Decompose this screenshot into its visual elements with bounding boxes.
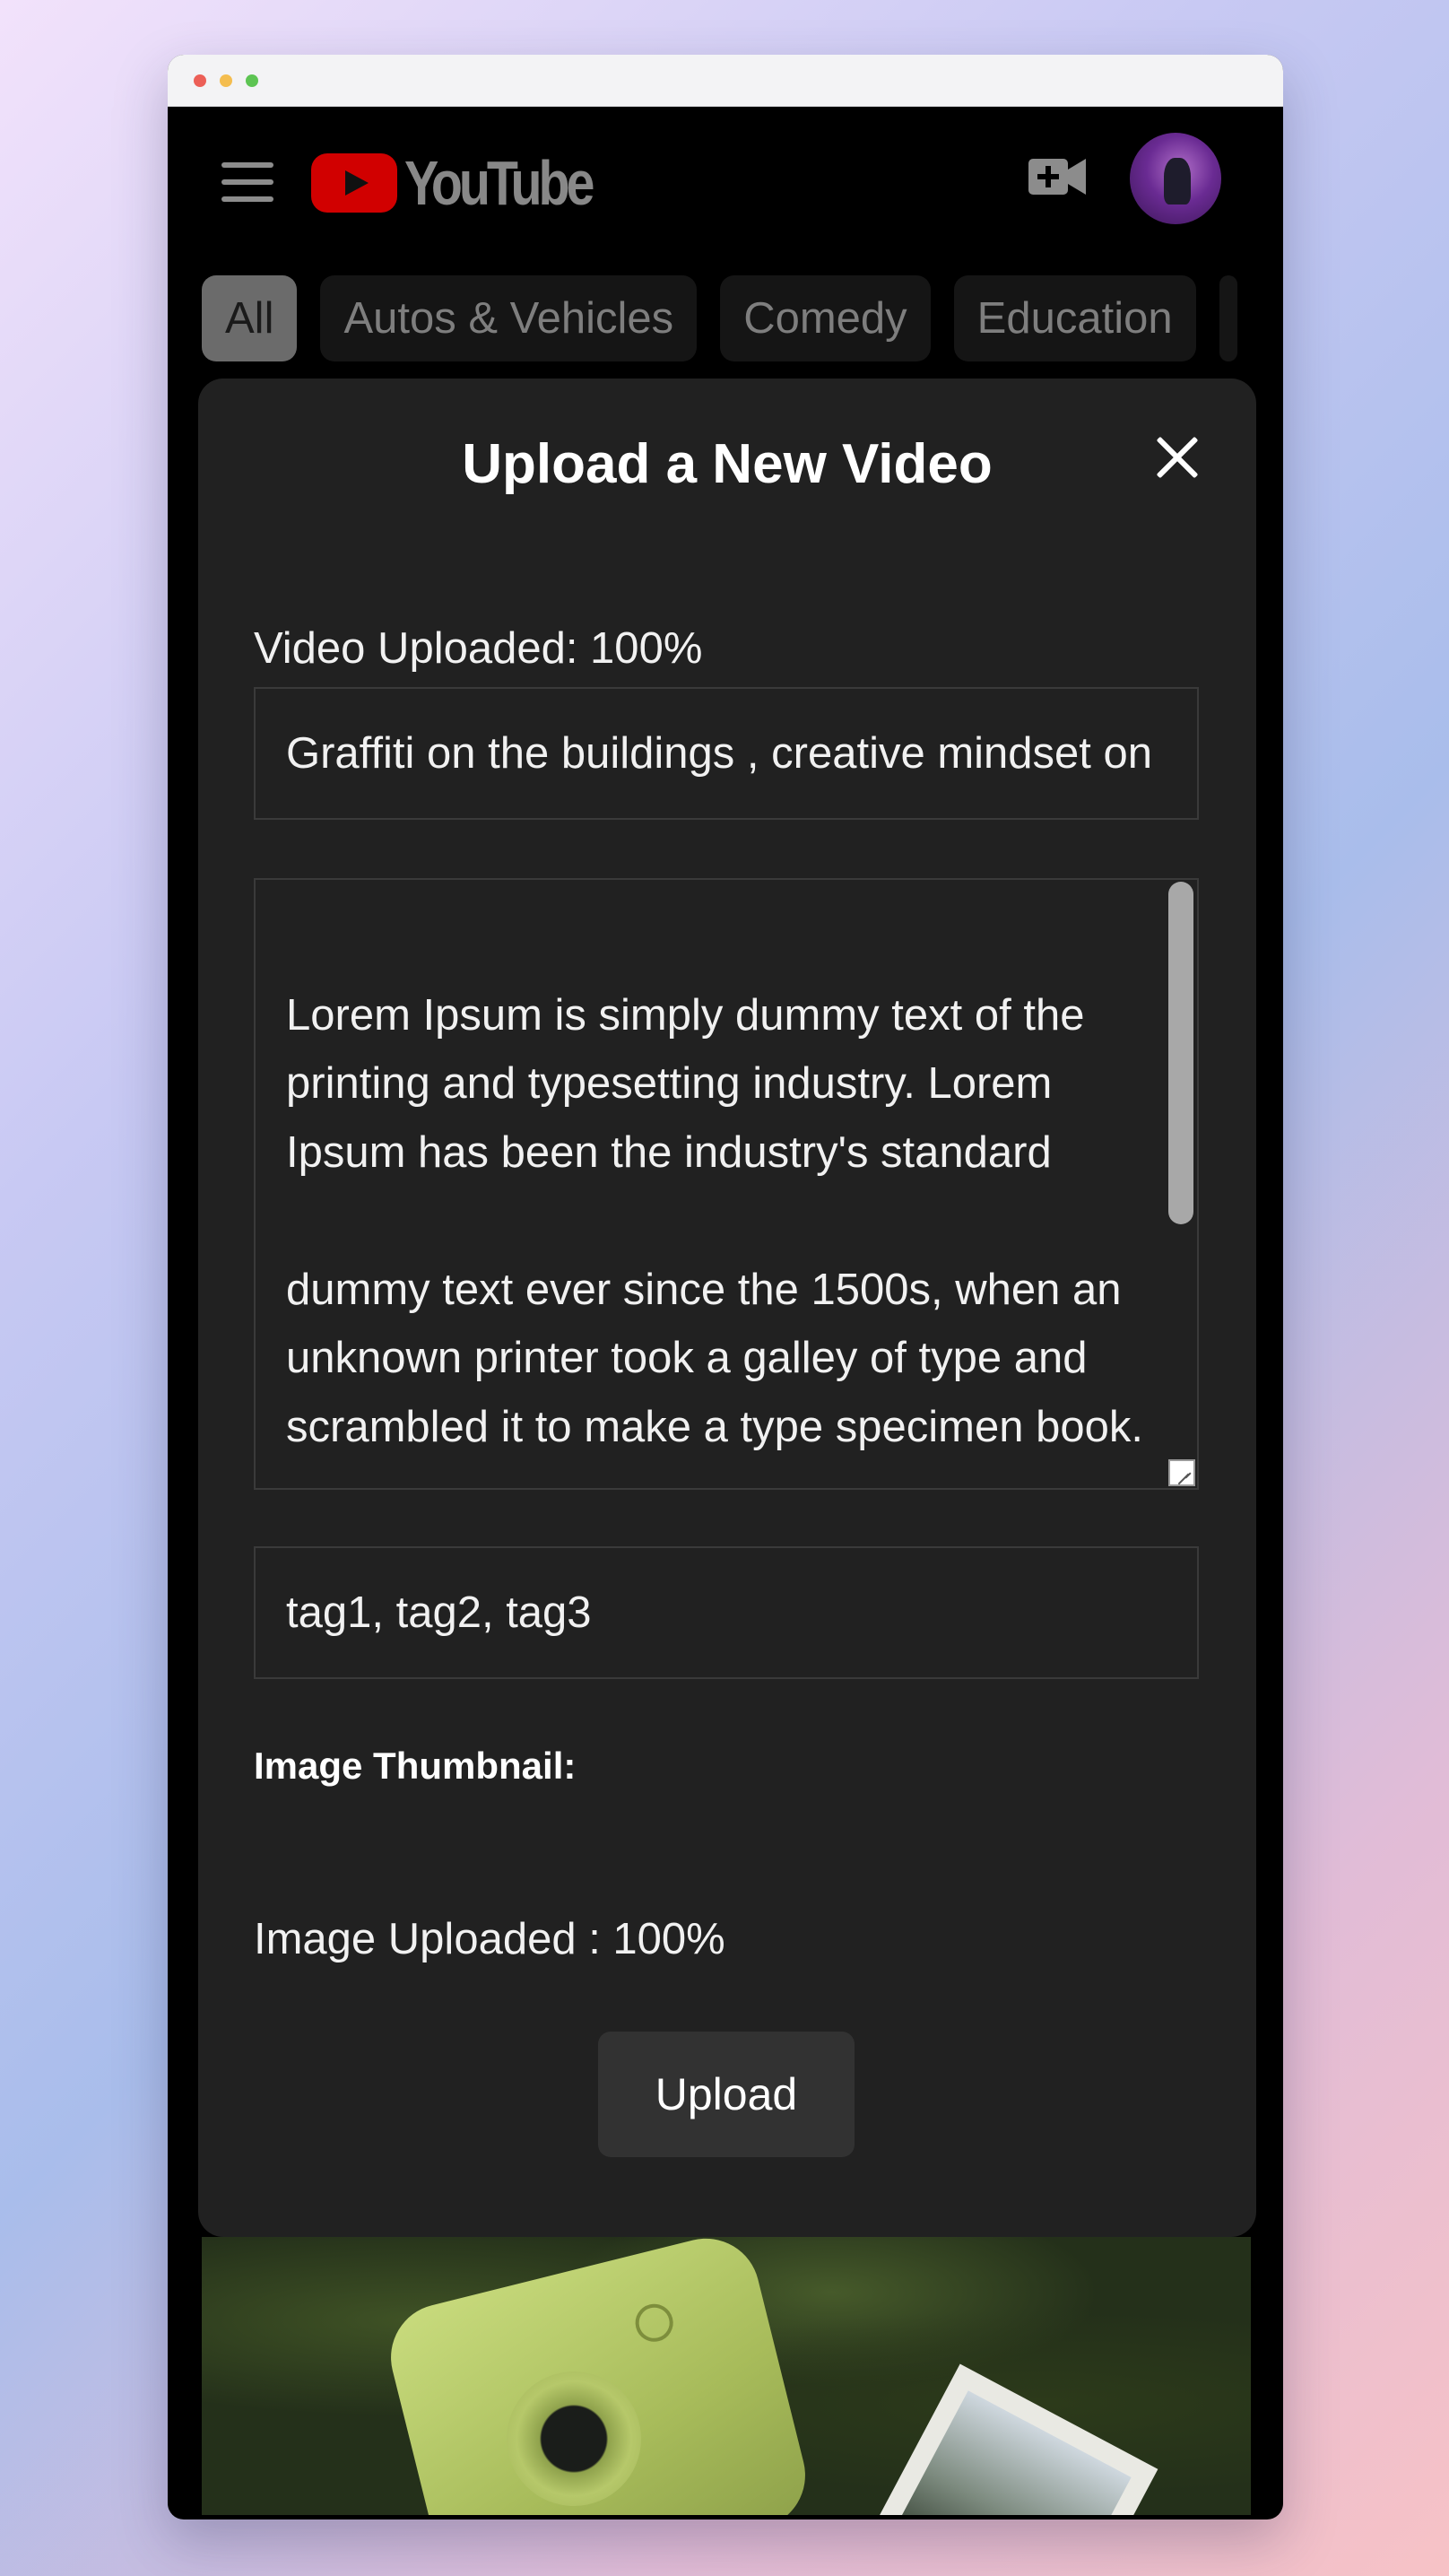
user-avatar[interactable] <box>1130 133 1221 224</box>
chip-education[interactable]: Education <box>953 275 1196 361</box>
window-titlebar <box>168 55 1283 107</box>
hamburger-icon[interactable] <box>221 162 273 202</box>
video-camera-plus-icon[interactable] <box>1028 157 1086 196</box>
chip-all[interactable]: All <box>202 275 298 361</box>
modal-title: Upload a New Video <box>462 433 993 495</box>
play-icon <box>311 153 397 213</box>
textarea-scrollbar[interactable] <box>1168 882 1193 1224</box>
maximize-window-dot[interactable] <box>246 74 258 87</box>
close-icon[interactable] <box>1156 436 1199 479</box>
polaroid-photo <box>850 2363 1158 2515</box>
chip-overflow[interactable] <box>1219 275 1237 361</box>
browser-window: YouTube All Autos & Vehicles Comedy Educ… <box>168 55 1283 2519</box>
brand-name: YouTube <box>404 148 594 218</box>
upload-button[interactable]: Upload <box>598 2032 855 2157</box>
chip-comedy[interactable]: Comedy <box>720 275 931 361</box>
camera-flash <box>631 2300 678 2346</box>
video-title-input[interactable]: Graffiti on the buildings , creative min… <box>254 687 1199 820</box>
video-upload-status: Video Uploaded: 100% <box>254 624 703 673</box>
description-textarea[interactable]: Lorem Ipsum is simply dummy text of the … <box>254 878 1199 1490</box>
camera-lens <box>507 2371 641 2506</box>
resize-handle-icon[interactable] <box>1168 1459 1195 1486</box>
description-text: Lorem Ipsum is simply dummy text of the … <box>286 990 1143 1451</box>
youtube-logo[interactable]: YouTube <box>311 147 632 219</box>
close-window-dot[interactable] <box>194 74 206 87</box>
minimize-window-dot[interactable] <box>220 74 232 87</box>
thumbnail-label: Image Thumbnail: <box>254 1745 577 1787</box>
upload-modal: Upload a New Video Video Uploaded: 100% … <box>198 379 1256 2237</box>
chip-autos-vehicles[interactable]: Autos & Vehicles <box>320 275 698 361</box>
tags-input[interactable]: tag1, tag2, tag3 <box>254 1546 1199 1679</box>
video-thumbnail-image[interactable] <box>202 2237 1251 2515</box>
image-upload-status: Image Uploaded : 100% <box>254 1915 725 1963</box>
category-chips: All Autos & Vehicles Comedy Education <box>202 275 1237 361</box>
